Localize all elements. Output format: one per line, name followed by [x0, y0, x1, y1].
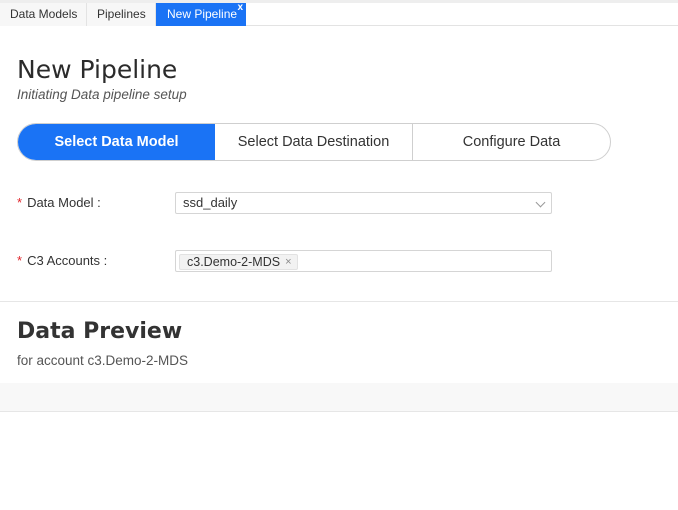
chevron-down-icon	[535, 197, 546, 208]
wizard-steps: Select Data Model Select Data Destinatio…	[17, 123, 611, 161]
section-divider	[0, 301, 678, 302]
required-marker: *	[17, 195, 23, 210]
step-select-data-model[interactable]: Select Data Model	[18, 124, 215, 160]
tab-new-pipeline[interactable]: New Pipeline x	[156, 0, 246, 26]
required-marker: *	[17, 253, 23, 268]
tab-bar: Data Models Pipelines New Pipeline x	[0, 0, 678, 26]
data-preview-subtitle: for account c3.Demo-2-MDS	[17, 353, 189, 368]
step-configure-data[interactable]: Configure Data	[413, 124, 610, 160]
page-title: New Pipeline	[17, 55, 178, 84]
data-model-label: * Data Model :	[17, 195, 101, 210]
remove-chip-icon[interactable]: ×	[285, 256, 291, 268]
c3-accounts-label: * C3 Accounts :	[17, 253, 107, 268]
tab-pipelines[interactable]: Pipelines	[87, 3, 156, 26]
close-icon[interactable]: x	[237, 0, 243, 19]
step-select-data-destination[interactable]: Select Data Destination	[215, 124, 413, 160]
c3-accounts-label-text: C3 Accounts :	[27, 253, 108, 268]
data-preview-area	[0, 383, 678, 412]
page-subtitle: Initiating Data pipeline setup	[17, 87, 187, 102]
account-chip: c3.Demo-2-MDS ×	[179, 254, 298, 270]
data-model-select[interactable]: ssd_daily	[175, 192, 552, 214]
c3-accounts-multiselect[interactable]: c3.Demo-2-MDS ×	[175, 250, 552, 272]
account-chip-label: c3.Demo-2-MDS	[187, 255, 281, 269]
data-model-label-text: Data Model :	[27, 195, 101, 210]
data-model-value: ssd_daily	[183, 195, 238, 210]
tab-new-pipeline-label: New Pipeline	[167, 7, 238, 21]
data-preview-title: Data Preview	[17, 319, 183, 344]
tab-data-models[interactable]: Data Models	[0, 3, 87, 26]
